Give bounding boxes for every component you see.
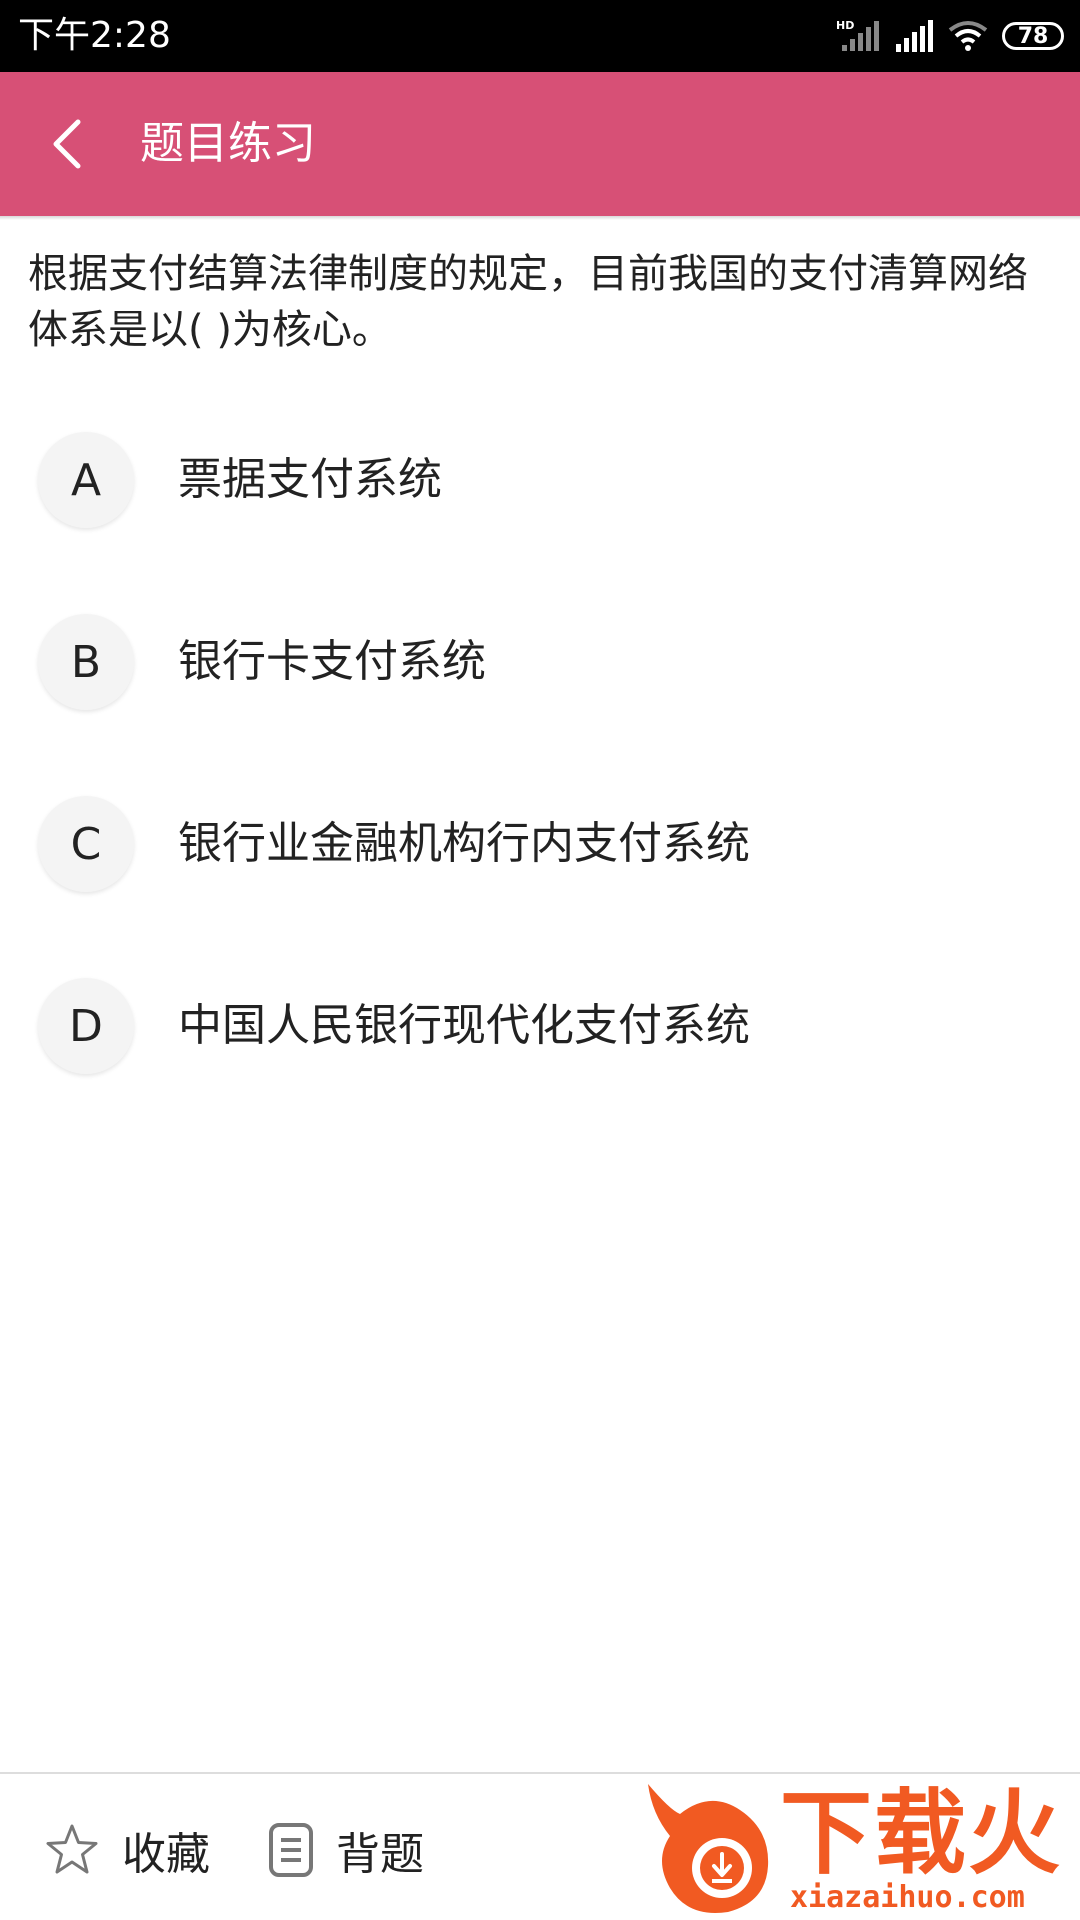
option-letter: A xyxy=(38,432,134,528)
option-letter: D xyxy=(38,978,134,1074)
question-text: 根据支付结算法律制度的规定，目前我国的支付清算网络体系是以( )为核心。 xyxy=(28,251,1028,353)
watermark-logo: 下载火 xiazaihuo.com xyxy=(640,1780,1080,1920)
app-bar-shadow xyxy=(0,216,1080,220)
watermark-subtitle: xiazaihuo.com xyxy=(790,1880,1025,1915)
battery-icon: 78 xyxy=(1002,22,1064,50)
hd-signal-icon: HD xyxy=(836,19,880,53)
option-d[interactable]: D 中国人民银行现代化支付系统 xyxy=(0,966,1080,1086)
watermark-title: 下载火 xyxy=(780,1780,1063,1887)
memorize-button[interactable]: 背题 xyxy=(268,1814,424,1886)
cell-signal-icon xyxy=(894,20,934,52)
favorite-label: 收藏 xyxy=(122,1829,210,1880)
status-bar: 下午2:28 HD 78 xyxy=(0,0,1080,72)
hd-label: HD xyxy=(836,19,854,32)
option-text: 中国人民银行现代化支付系统 xyxy=(178,1000,750,1051)
back-button[interactable] xyxy=(28,104,108,184)
option-text: 银行卡支付系统 xyxy=(178,636,486,687)
option-c[interactable]: C 银行业金融机构行内支付系统 xyxy=(0,784,1080,904)
option-text: 银行业金融机构行内支付系统 xyxy=(178,818,750,869)
option-b[interactable]: B 银行卡支付系统 xyxy=(0,602,1080,722)
option-letter: C xyxy=(38,796,134,892)
option-a[interactable]: A 票据支付系统 xyxy=(0,420,1080,540)
option-letter: B xyxy=(38,614,134,710)
option-text: 票据支付系统 xyxy=(178,454,442,505)
document-icon xyxy=(269,1823,313,1877)
status-time: 下午2:28 xyxy=(18,15,171,56)
status-icons: HD 78 xyxy=(836,14,1064,58)
star-icon xyxy=(46,1824,98,1874)
memorize-label: 背题 xyxy=(336,1829,424,1880)
page-title: 题目练习 xyxy=(140,118,316,169)
favorite-button[interactable]: 收藏 xyxy=(44,1814,210,1886)
wifi-icon xyxy=(948,20,988,52)
flame-download-icon xyxy=(648,1784,769,1913)
chevron-left-icon xyxy=(53,119,81,169)
app-bar: 题目练习 xyxy=(0,72,1080,216)
